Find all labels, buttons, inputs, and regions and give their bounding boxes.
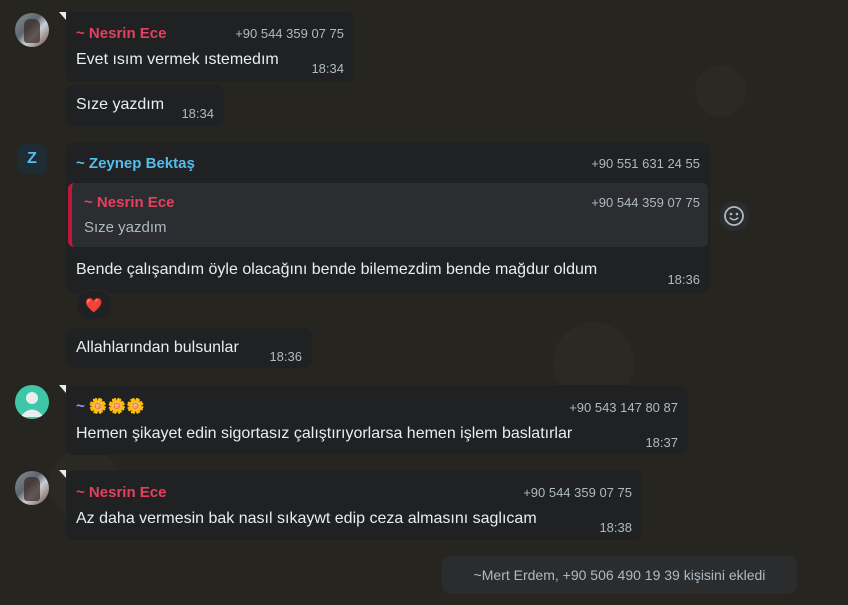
avatar-nesrin-ece[interactable]	[15, 13, 49, 47]
message-text: Allahlarından bulsunlar	[76, 339, 239, 356]
sender-name[interactable]: ~ Nesrin Ece	[76, 484, 166, 501]
person-icon	[20, 392, 44, 417]
message-bubble[interactable]: ~ Nesrin Ece +90 544 359 07 75 Az daha v…	[59, 470, 642, 540]
system-message: ~Mert Erdem, +90 506 490 19 39 kişisini …	[442, 556, 797, 594]
sender-phone: +90 543 147 80 87	[569, 400, 678, 415]
message-time: 18:37	[645, 435, 678, 450]
message-text: Az daha vermesin bak nasıl sıkaywt edip …	[76, 510, 537, 527]
message-text: Sıze yazdım	[76, 96, 165, 113]
avatar-nesrin-ece[interactable]	[15, 471, 49, 505]
heart-reaction[interactable]: ❤️	[75, 289, 113, 321]
message-bubble[interactable]: Sıze yazdım 18:34	[66, 85, 224, 127]
bubble-tail	[59, 12, 66, 20]
bubble-tail	[59, 470, 66, 478]
quoted-sender-phone: +90 544 359 07 75	[591, 195, 700, 210]
message-text: Evet ısım vermek ıstemedım	[76, 51, 279, 68]
sender-name[interactable]: ~ Nesrin Ece	[76, 25, 166, 42]
message-text: Hemen şikayet edin sigortasız çalıştırıy…	[76, 425, 573, 442]
smiley-icon	[724, 206, 744, 226]
sender-phone: +90 544 359 07 75	[235, 26, 344, 41]
message-bubble[interactable]: Allahlarından bulsunlar 18:36	[66, 328, 312, 368]
sender-name[interactable]: ~ Zeynep Bektaş	[76, 155, 195, 172]
message-time: 18:36	[269, 349, 302, 364]
quoted-text: Sıze yazdım	[84, 219, 167, 236]
message-time: 18:38	[599, 520, 632, 535]
quoted-sender-name: ~ Nesrin Ece	[84, 194, 175, 211]
avatar-default[interactable]	[15, 385, 49, 419]
message-bubble[interactable]: ~ Nesrin Ece +90 544 359 07 75 Evet ısım…	[59, 12, 354, 82]
emoji-reaction-button[interactable]	[719, 201, 749, 231]
message-bubble[interactable]: ~ Zeynep Bektaş +90 551 631 24 55 ~ Nesr…	[66, 142, 710, 293]
message-text: Bende çalışandım öyle olacağını bende bi…	[76, 261, 598, 278]
heart-icon: ❤️	[85, 297, 103, 313]
message-bubble[interactable]: ~ 🌼🌼🌼 +90 543 147 80 87 Hemen şikayet ed…	[59, 385, 688, 455]
sender-phone: +90 551 631 24 55	[591, 156, 700, 171]
quoted-message[interactable]: ~ Nesrin Ece +90 544 359 07 75 Sıze yazd…	[68, 183, 708, 247]
sender-phone: +90 544 359 07 75	[523, 485, 632, 500]
avatar-zeynep-bektas[interactable]: Z	[17, 144, 47, 174]
bubble-tail	[59, 385, 66, 393]
message-time: 18:34	[181, 106, 214, 121]
message-time: 18:34	[311, 61, 344, 76]
message-time: 18:36	[667, 272, 700, 287]
sender-name[interactable]: ~ 🌼🌼🌼	[76, 397, 145, 415]
